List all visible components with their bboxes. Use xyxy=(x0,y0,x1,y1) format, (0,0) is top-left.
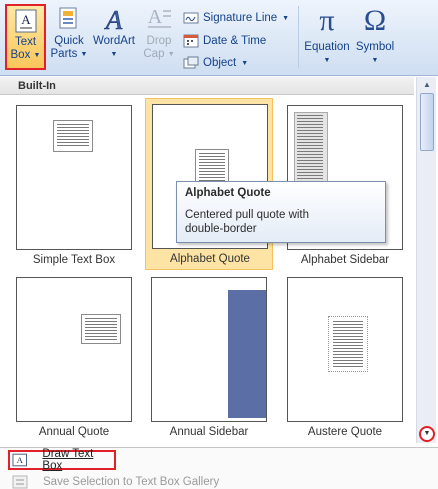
quick-parts-button[interactable]: Quick Parts ▼ xyxy=(50,6,88,61)
draw-text-box-icon: A xyxy=(12,453,28,467)
calendar-icon xyxy=(183,34,199,48)
chevron-down-icon: ▼ xyxy=(371,57,379,64)
scrollbar-thumb[interactable] xyxy=(420,93,434,151)
gallery-item-label: Annual Sidebar xyxy=(169,426,249,438)
gallery-menu: A Draw Text Box Save Selection to Text B… xyxy=(0,447,438,489)
text-box-button[interactable]: A Text Box ▼ xyxy=(5,4,46,70)
omega-icon: Ω xyxy=(363,4,387,37)
date-time-button[interactable]: Date & Time xyxy=(183,31,266,51)
scroll-up-icon[interactable]: ▲ xyxy=(420,78,434,92)
date-time-label: Date & Time xyxy=(203,35,267,47)
text-box-gallery: Built-In Simple Text Box Alphabet Quote … xyxy=(0,77,438,447)
drop-cap-button[interactable]: A Drop Cap ▼ xyxy=(141,6,177,61)
drop-cap-label-2: Cap xyxy=(143,48,165,60)
gallery-item-annual-sidebar[interactable]: Annual Sidebar xyxy=(145,272,273,444)
tooltip-body-line-1: Centered pull quote with xyxy=(185,209,310,221)
chevron-down-icon: ▼ xyxy=(33,52,41,59)
object-icon xyxy=(183,56,199,69)
object-button[interactable]: Object ▼ xyxy=(183,53,248,73)
tooltip: Alphabet Quote Centered pull quote with … xyxy=(176,181,386,243)
gallery-item-simple-text-box[interactable]: Simple Text Box xyxy=(10,100,138,272)
gallery-item-label: Simple Text Box xyxy=(32,254,116,266)
save-to-gallery-icon xyxy=(12,475,28,489)
svg-text:A: A xyxy=(17,455,24,465)
equation-label: Equation xyxy=(304,41,350,53)
save-selection-label: Save Selection to Text Box Gallery xyxy=(43,476,220,488)
drop-cap-icon: A xyxy=(148,6,171,28)
svg-text:A: A xyxy=(21,12,31,27)
tooltip-body-line-2: double-border xyxy=(185,223,257,235)
text-box-icon: A xyxy=(15,9,36,33)
chevron-down-icon: ▼ xyxy=(282,14,290,22)
gallery-section-header: Built-In xyxy=(0,77,414,95)
quick-parts-label-2: Parts xyxy=(50,48,78,60)
gallery-item-label: Alphabet Quote xyxy=(170,253,250,265)
draw-text-box-menu-item[interactable]: A Draw Text Box xyxy=(8,448,116,472)
gallery-item-label: Austere Quote xyxy=(307,426,383,438)
vertical-scrollbar[interactable]: ▲ ▼ xyxy=(416,77,436,443)
quick-parts-label-1: Quick xyxy=(54,35,84,47)
chevron-down-icon: ▼ xyxy=(80,51,88,58)
wordart-button[interactable]: A WordArt ▼ xyxy=(90,6,138,61)
save-selection-menu-item[interactable]: Save Selection to Text Box Gallery xyxy=(8,472,219,489)
quick-parts-icon xyxy=(59,7,77,29)
gallery-item-label: Annual Quote xyxy=(38,426,110,438)
insert-ribbon: A Text Box ▼ Quick Parts ▼ A WordArt ▼ A xyxy=(0,0,438,76)
equation-button[interactable]: π Equation ▼ xyxy=(302,6,352,67)
wordart-icon: A xyxy=(103,6,123,32)
thumbnail xyxy=(151,277,267,422)
signature-line-button[interactable]: Signature Line ▼ xyxy=(183,8,289,28)
pi-icon: π xyxy=(319,4,335,37)
more-options-icon[interactable]: ▼ xyxy=(419,426,435,442)
signature-line-label: Signature Line xyxy=(203,12,278,24)
drop-cap-label-1: Drop xyxy=(146,35,172,47)
wordart-label: WordArt xyxy=(93,35,135,47)
gallery-item-label: Alphabet Sidebar xyxy=(300,254,390,266)
svg-text:A: A xyxy=(104,6,123,32)
tooltip-title: Alphabet Quote xyxy=(185,187,271,199)
text-box-label-2: Box xyxy=(10,49,31,61)
thumbnail xyxy=(287,277,403,422)
chevron-down-icon: ▼ xyxy=(110,51,118,58)
gallery-item-austere-quote[interactable]: Austere Quote xyxy=(281,272,409,444)
object-label: Object xyxy=(203,57,237,69)
svg-text:A: A xyxy=(148,6,163,28)
symbol-button[interactable]: Ω Symbol ▼ xyxy=(354,6,396,67)
chevron-down-icon: ▼ xyxy=(241,59,249,67)
signature-icon xyxy=(183,12,199,24)
thumbnail xyxy=(16,277,132,422)
gallery-item-annual-quote[interactable]: Annual Quote xyxy=(10,272,138,444)
chevron-down-icon: ▼ xyxy=(323,57,331,64)
symbol-label: Symbol xyxy=(355,41,395,53)
thumbnail xyxy=(16,105,132,250)
chevron-down-icon: ▼ xyxy=(167,51,175,58)
draw-text-box-label: Draw Text Box xyxy=(42,448,94,472)
group-separator xyxy=(298,6,299,68)
text-box-label-1: Text xyxy=(14,36,37,48)
